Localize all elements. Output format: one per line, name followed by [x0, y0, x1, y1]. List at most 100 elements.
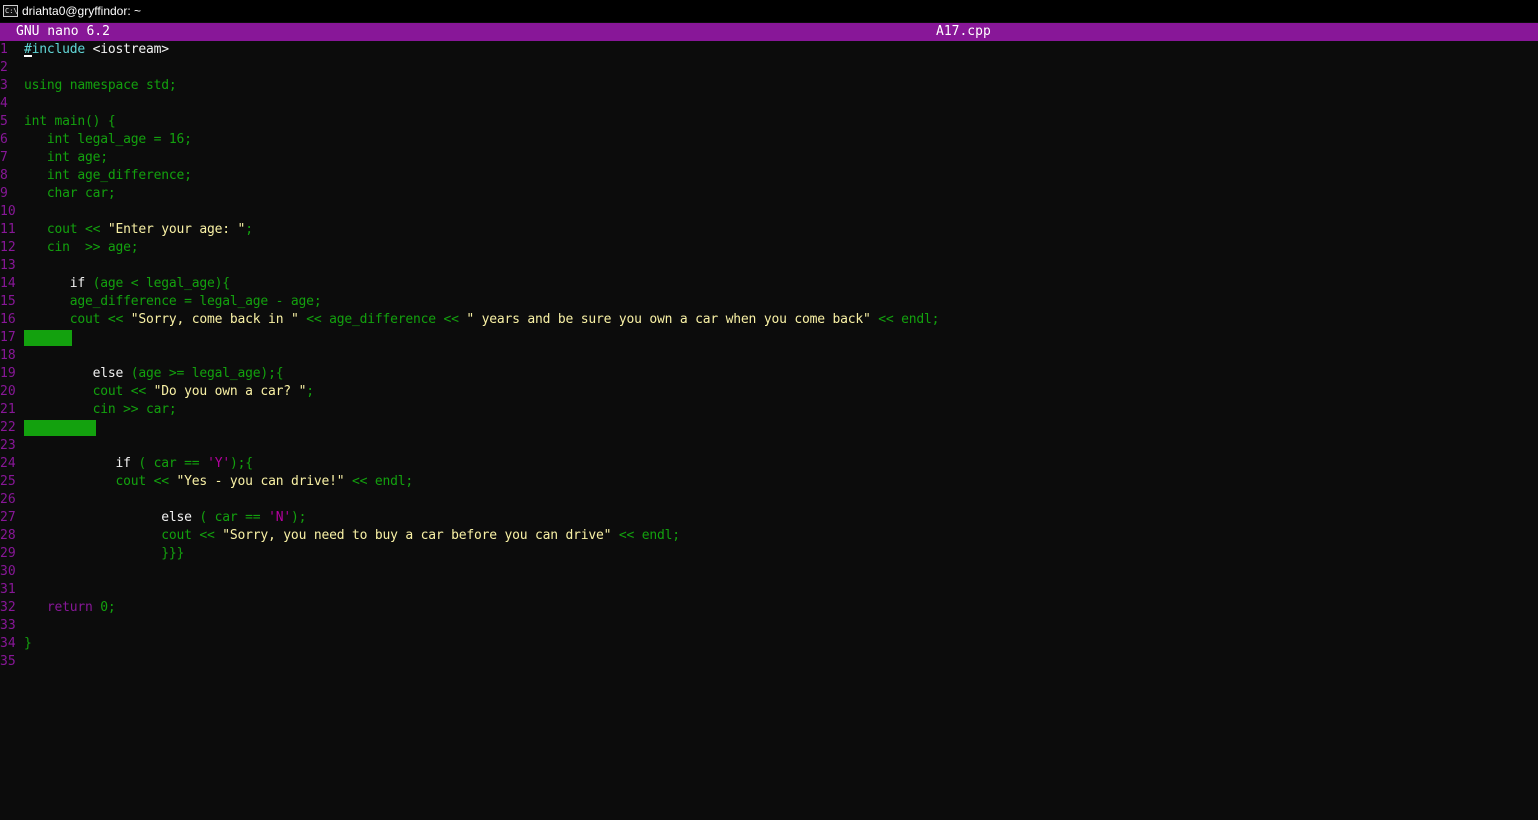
line-number: 21 [0, 402, 16, 417]
code-line[interactable]: 17 [0, 329, 1538, 347]
code-token: "Do you own a car? " [153, 384, 307, 399]
code-text: int legal_age = 16; [24, 131, 192, 149]
code-token: }}} [24, 546, 185, 561]
code-token: cout << [24, 528, 223, 543]
code-token: 'Y' [207, 456, 230, 471]
code-text: cout << "Sorry, you need to buy a car be… [24, 527, 680, 545]
code-token: cin >> car; [24, 402, 177, 417]
code-token: << endl; [611, 528, 680, 543]
code-text: cout << "Yes - you can drive!" << endl; [24, 473, 414, 491]
code-line[interactable]: 31 [0, 581, 1538, 599]
code-token: );{ [229, 456, 253, 471]
line-number: 5 [0, 114, 8, 129]
code-line[interactable]: 18 [0, 347, 1538, 365]
line-number: 11 [0, 222, 16, 237]
code-text: char car; [24, 185, 116, 203]
code-line[interactable]: 28 cout << "Sorry, you need to buy a car… [0, 527, 1538, 545]
code-line[interactable]: 2 [0, 59, 1538, 77]
code-token: int legal_age = 16; [24, 132, 192, 147]
code-line[interactable]: 9 char car; [0, 185, 1538, 203]
code-token: << endl; [344, 474, 413, 489]
code-token: 'N' [268, 510, 291, 525]
code-line[interactable]: 19 else (age >= legal_age);{ [0, 365, 1538, 383]
line-number: 7 [0, 150, 8, 165]
window-titlebar[interactable]: C:\ driahta0@gryffindor: ~ [0, 0, 1538, 22]
code-text: cout << "Enter your age: "; [24, 221, 253, 239]
code-token: cout << [24, 222, 108, 237]
code-token: int age_difference; [24, 168, 192, 183]
line-number: 6 [0, 132, 8, 147]
code-token: cout << [24, 384, 154, 399]
code-text: else ( car == 'N'); [24, 509, 306, 527]
code-token: ); [290, 510, 307, 525]
code-text: if ( car == 'Y');{ [24, 455, 254, 473]
line-number: 32 [0, 600, 16, 615]
line-number: 23 [0, 438, 16, 453]
code-line[interactable]: 21 cin >> car; [0, 401, 1538, 419]
console-icon: C:\ [3, 5, 18, 17]
code-token: " years and be sure you own a car when y… [466, 312, 871, 327]
code-token: else [24, 510, 192, 525]
line-number: 15 [0, 294, 16, 309]
code-token: } [24, 636, 32, 651]
line-number: 3 [0, 78, 8, 93]
line-number: 17 [0, 330, 16, 345]
line-number: 13 [0, 258, 16, 273]
code-line[interactable]: 1 #include <iostream> [0, 41, 1538, 59]
code-line[interactable]: 14 if (age < legal_age){ [0, 275, 1538, 293]
code-token: (age >= legal_age);{ [123, 366, 284, 381]
code-text: cout << "Do you own a car? "; [24, 383, 314, 401]
code-token: "Enter your age: " [107, 222, 246, 237]
code-line[interactable]: 34} [0, 635, 1538, 653]
line-number: 28 [0, 528, 16, 543]
code-text: cin >> car; [24, 401, 177, 419]
code-line[interactable]: 24 if ( car == 'Y');{ [0, 455, 1538, 473]
code-token: else [24, 366, 124, 381]
code-line[interactable]: 8 int age_difference; [0, 167, 1538, 185]
code-line[interactable]: 13 [0, 257, 1538, 275]
code-token: ; [245, 222, 253, 237]
code-line[interactable]: 6 int legal_age = 16; [0, 131, 1538, 149]
code-text: int age; [24, 149, 108, 167]
line-number: 29 [0, 546, 16, 561]
line-number: 34 [0, 636, 16, 651]
code-token: ; [306, 384, 314, 399]
line-number: 22 [0, 420, 16, 435]
code-line[interactable]: 29 }}} [0, 545, 1538, 563]
line-number: 30 [0, 564, 16, 579]
code-line[interactable]: 10 [0, 203, 1538, 221]
line-number: 2 [0, 60, 8, 75]
line-number: 27 [0, 510, 16, 525]
line-number: 26 [0, 492, 16, 507]
line-number: 10 [0, 204, 16, 219]
line-number: 35 [0, 654, 16, 669]
line-number: 18 [0, 348, 16, 363]
code-text: if (age < legal_age){ [24, 275, 230, 293]
code-line[interactable]: 7 int age; [0, 149, 1538, 167]
code-line[interactable]: 5 int main() { [0, 113, 1538, 131]
code-token: "Yes - you can drive!" [176, 474, 345, 489]
code-line[interactable]: 23 [0, 437, 1538, 455]
code-line[interactable]: 20 cout << "Do you own a car? "; [0, 383, 1538, 401]
line-number: 1 [0, 42, 8, 57]
code-line[interactable]: 22 [0, 419, 1538, 437]
editor-buffer[interactable]: 1 #include <iostream> 2 3 using namespace st… [0, 41, 1538, 671]
code-line[interactable]: 25 cout << "Yes - you can drive!" << end… [0, 473, 1538, 491]
code-token: <iostream> [85, 42, 169, 57]
code-line[interactable]: 26 [0, 491, 1538, 509]
code-line[interactable]: 33 [0, 617, 1538, 635]
line-number: 12 [0, 240, 16, 255]
code-line[interactable]: 11 cout << "Enter your age: "; [0, 221, 1538, 239]
code-line[interactable]: 15 age_difference = legal_age - age; [0, 293, 1538, 311]
code-line[interactable]: 3 using namespace std; [0, 77, 1538, 95]
code-line[interactable]: 16 cout << "Sorry, come back in " << age… [0, 311, 1538, 329]
code-line[interactable]: 30 [0, 563, 1538, 581]
code-text: using namespace std; [24, 77, 177, 95]
code-token: cout << [24, 474, 177, 489]
code-line[interactable]: 4 [0, 95, 1538, 113]
code-line[interactable]: 35 [0, 653, 1538, 671]
code-line[interactable]: 12 cin >> age; [0, 239, 1538, 257]
code-line[interactable]: 32 return 0; [0, 599, 1538, 617]
code-line[interactable]: 27 else ( car == 'N'); [0, 509, 1538, 527]
line-number: 25 [0, 474, 16, 489]
